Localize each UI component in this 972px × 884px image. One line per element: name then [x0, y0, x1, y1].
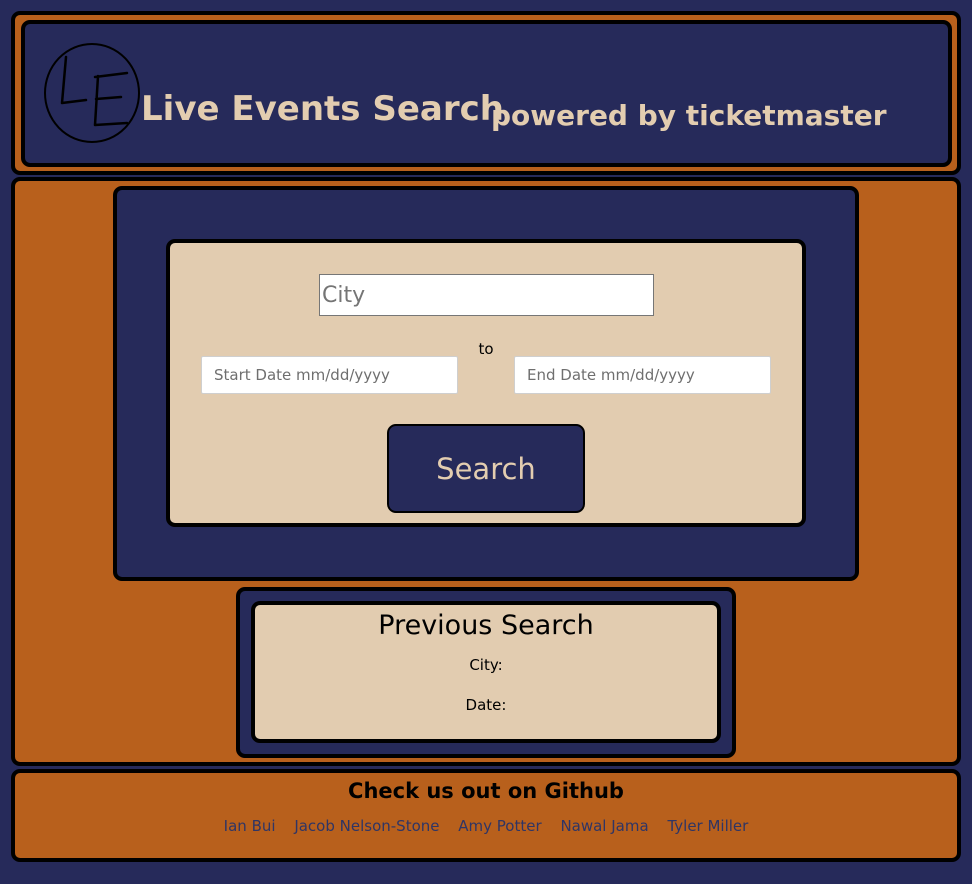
search-button[interactable]: Search	[387, 424, 585, 513]
site-title: Live Events Search	[141, 89, 504, 129]
footer-links: Ian Bui Jacob Nelson-Stone Amy Potter Na…	[11, 817, 961, 835]
date-range-to-label: to	[478, 340, 494, 358]
github-link-ian-bui[interactable]: Ian Bui	[224, 817, 276, 835]
logo-icon	[44, 43, 140, 143]
powered-by-label: powered by ticketmaster	[491, 99, 887, 132]
end-date-input[interactable]	[514, 356, 771, 394]
start-date-input[interactable]	[201, 356, 458, 394]
github-link-amy-potter[interactable]: Amy Potter	[458, 817, 541, 835]
github-link-jacob-nelson-stone[interactable]: Jacob Nelson-Stone	[294, 817, 439, 835]
github-link-tyler-miller[interactable]: Tyler Miller	[667, 817, 748, 835]
city-input[interactable]	[319, 274, 654, 316]
previous-search-title: Previous Search	[378, 610, 594, 641]
previous-search-city: City:	[469, 656, 503, 674]
github-link-nawal-jama[interactable]: Nawal Jama	[560, 817, 648, 835]
previous-search-date: Date:	[465, 696, 507, 714]
footer-title: Check us out on Github	[348, 779, 624, 803]
